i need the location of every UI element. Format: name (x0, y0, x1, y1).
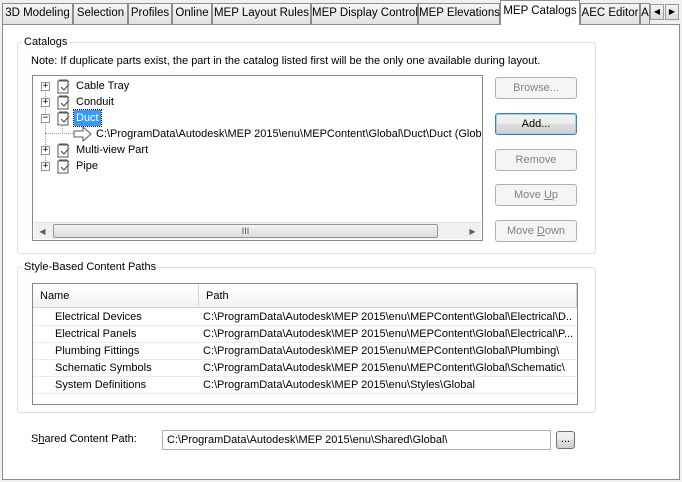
shared-content-path-label: Shared Content Path: (31, 433, 137, 445)
expand-icon[interactable]: + (41, 98, 50, 107)
shared-content-path-field[interactable]: C:\ProgramData\Autodesk\MEP 2015\enu\Sha… (162, 430, 551, 450)
label-text: ared Content Path: (44, 433, 137, 445)
list-item[interactable]: Plumbing Fittings C:\ProgramData\Autodes… (33, 343, 577, 360)
button-label-accelerator: U (543, 189, 552, 201)
row-path: C:\ProgramData\Autodesk\MEP 2015\enu\MEP… (203, 345, 560, 357)
expand-icon[interactable]: + (41, 162, 50, 171)
tree-item-label: Conduit (76, 96, 114, 108)
scroll-right-icon[interactable]: ▶ (464, 223, 481, 240)
tree-item-conduit[interactable]: + Conduit (33, 94, 233, 110)
tree-item-label: Pipe (76, 160, 99, 172)
catalog-icon (57, 159, 70, 174)
tree-item-label: Multi-view Part (76, 144, 149, 156)
expand-icon[interactable]: + (41, 146, 50, 155)
column-header-path[interactable]: Path (199, 284, 577, 308)
scrollbar-thumb[interactable]: III (53, 224, 438, 238)
catalog-tree[interactable]: + Cable Tray + Conduit − Duct C:\Program… (32, 75, 483, 241)
style-based-content-paths-title: Style-Based Content Paths (24, 261, 157, 273)
row-name: Electrical Devices (55, 311, 142, 323)
list-item[interactable]: System Definitions C:\ProgramData\Autode… (33, 377, 577, 394)
catalog-icon (57, 79, 70, 94)
catalog-icon (57, 143, 70, 158)
scroll-left-icon[interactable]: ◀ (34, 223, 51, 240)
column-header-name[interactable]: Name (33, 284, 199, 308)
arrow-right-icon (73, 126, 92, 142)
remove-button[interactable]: Remove (495, 149, 577, 171)
row-path: C:\ProgramData\Autodesk\MEP 2015\enu\MEP… (203, 362, 565, 374)
list-header: Name Path (33, 284, 577, 308)
row-name: Electrical Panels (55, 328, 137, 340)
tree-item-label: Duct (73, 109, 102, 127)
row-path: C:\ProgramData\Autodesk\MEP 2015\enu\MEP… (203, 311, 573, 323)
button-label: p (551, 189, 559, 201)
add-button[interactable]: Add... (495, 113, 577, 135)
button-label: Remove (515, 154, 557, 166)
tree-item-multi-view-part[interactable]: + Multi-view Part (33, 142, 233, 158)
tree-item-label: C:\ProgramData\Autodesk\MEP 2015\enu\MEP… (96, 128, 483, 140)
catalog-icon (57, 95, 70, 110)
row-path: C:\ProgramData\Autodesk\MEP 2015\enu\MEP… (203, 328, 573, 340)
button-label: Move (513, 189, 544, 201)
catalogs-group-title: Catalogs (24, 36, 68, 48)
ellipsis-icon: ... (560, 433, 571, 445)
style-paths-list[interactable]: Name Path Electrical Devices C:\ProgramD… (32, 283, 578, 405)
collapse-icon[interactable]: − (41, 114, 50, 123)
row-name: System Definitions (55, 379, 147, 391)
list-item[interactable]: Electrical Panels C:\ProgramData\Autodes… (33, 326, 577, 343)
button-label: Move (506, 225, 537, 237)
row-name: Plumbing Fittings (55, 345, 140, 357)
tree-item-duct-catalog-path[interactable]: C:\ProgramData\Autodesk\MEP 2015\enu\MEP… (33, 126, 482, 142)
browse-button[interactable]: Browse... (495, 77, 577, 99)
button-label: Browse... (513, 82, 559, 94)
grip-icon: III (241, 226, 250, 236)
row-name: Schematic Symbols (55, 362, 152, 374)
tree-item-label: Cable Tray (76, 80, 130, 92)
catalog-icon (57, 111, 70, 126)
button-label-accelerator: D (536, 225, 545, 237)
tree-horizontal-scrollbar[interactable]: ◀ III ▶ (34, 222, 481, 239)
expand-icon[interactable]: + (41, 82, 50, 91)
row-path: C:\ProgramData\Autodesk\MEP 2015\enu\Sty… (203, 379, 475, 391)
button-label: Add... (521, 118, 551, 130)
button-label: own (544, 225, 566, 237)
list-item[interactable]: Schematic Symbols C:\ProgramData\Autodes… (33, 360, 577, 377)
move-down-button[interactable]: Move Down (495, 220, 577, 242)
shared-content-browse-button[interactable]: ... (556, 431, 575, 449)
tree-item-pipe[interactable]: + Pipe (33, 158, 233, 174)
move-up-button[interactable]: Move Up (495, 184, 577, 206)
tree-item-cable-tray[interactable]: + Cable Tray (33, 78, 233, 94)
catalogs-note: Note: If duplicate parts exist, the part… (31, 55, 541, 67)
list-item[interactable]: Electrical Devices C:\ProgramData\Autode… (33, 309, 577, 326)
tree-item-duct[interactable]: − Duct (33, 109, 233, 127)
